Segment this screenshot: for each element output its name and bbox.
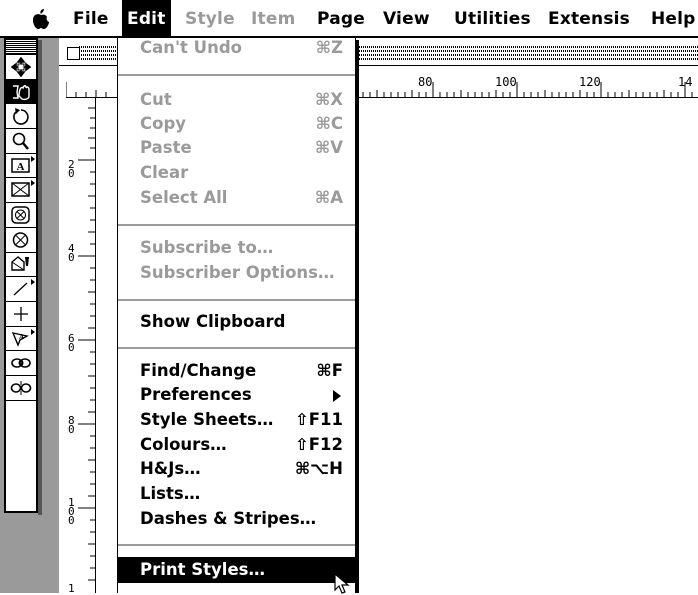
- menu-item[interactable]: Item: [251, 0, 296, 38]
- menu-item-style-sheets[interactable]: Style Sheets… ⇧F11: [118, 408, 355, 432]
- palette-shadow: [38, 40, 42, 515]
- shortcut-label: ⌘V: [314, 138, 343, 157]
- menu-shadow: [356, 40, 359, 593]
- menu-file[interactable]: File: [73, 0, 109, 38]
- ruler-label: 4 0: [68, 242, 75, 264]
- menu-item-clear[interactable]: Clear: [118, 161, 355, 185]
- text-path-tool-icon[interactable]: A: [6, 327, 36, 352]
- unlinking-tool-icon[interactable]: [6, 376, 36, 401]
- menu-extensis[interactable]: Extensis: [548, 0, 630, 38]
- menu-item-label: Lists…: [140, 484, 201, 503]
- menu-style[interactable]: Style: [185, 0, 235, 38]
- content-tool-icon[interactable]: [6, 79, 36, 105]
- shortcut-label: ⌘⌥H: [294, 459, 343, 478]
- menu-item-label: Dashes & Stripes…: [140, 509, 317, 528]
- menu-item-label: Find/Change: [140, 361, 257, 380]
- menu-item-label: Can't Undo: [140, 38, 242, 57]
- menu-item-colours[interactable]: Colours… ⇧F12: [118, 433, 355, 457]
- palette-title-bar[interactable]: [6, 40, 36, 55]
- menu-view[interactable]: View: [383, 0, 430, 38]
- menu-item-label: Select All: [140, 188, 228, 207]
- rotation-tool-icon[interactable]: [6, 104, 36, 130]
- picture-box-tool-icon[interactable]: [6, 178, 36, 204]
- menu-edit[interactable]: Edit: [122, 0, 171, 38]
- shortcut-label: ⌘A: [314, 188, 343, 207]
- vertical-ruler[interactable]: 2 0 4 0 6 0 8 0 1 0 0 1: [66, 98, 96, 595]
- shortcut-label: ⌘F: [316, 361, 343, 380]
- menu-item-label: Print Styles…: [140, 560, 265, 579]
- apple-menu-icon[interactable]: [30, 8, 52, 30]
- menu-item-lists[interactable]: Lists…: [118, 482, 355, 506]
- menu-item-print-styles[interactable]: Print Styles…: [118, 557, 355, 583]
- ruler-label: 1 0 0: [68, 496, 75, 527]
- ruler-label: 1: [68, 582, 75, 595]
- ruler-label: 2 0: [68, 158, 75, 180]
- ruler-label: 80: [418, 75, 433, 89]
- menu-item-select-all[interactable]: Select All ⌘A: [118, 186, 355, 210]
- menu-item-show-clipboard[interactable]: Show Clipboard: [118, 310, 355, 334]
- menu-item-label: Subscribe to…: [140, 238, 274, 257]
- menu-item-label: Style Sheets…: [140, 410, 274, 429]
- menu-item-dashes-stripes[interactable]: Dashes & Stripes…: [118, 507, 355, 531]
- oval-picture-tool-icon[interactable]: [6, 203, 36, 228]
- orthogonal-line-tool-icon[interactable]: [6, 302, 36, 327]
- line-tool-icon[interactable]: [6, 277, 36, 302]
- menu-page[interactable]: Page: [317, 0, 365, 38]
- menu-item-subscribe-to[interactable]: Subscribe to…: [118, 236, 355, 260]
- menu-separator: [118, 299, 355, 301]
- menu-item-preferences[interactable]: Preferences: [118, 383, 355, 407]
- svg-text:A: A: [17, 161, 25, 173]
- menu-item-cut[interactable]: Cut ⌘X: [118, 88, 355, 112]
- menu-item-label: Clear: [140, 163, 189, 182]
- ruler-label: 100: [495, 75, 517, 89]
- menu-separator: [118, 74, 355, 76]
- linking-tool-icon[interactable]: [6, 351, 36, 376]
- item-tool-icon[interactable]: [6, 55, 36, 80]
- menu-item-subscriber-options[interactable]: Subscriber Options…: [118, 261, 355, 285]
- shortcut-label: ⌘X: [314, 90, 343, 109]
- menu-item-label: Subscriber Options…: [140, 263, 335, 282]
- menu-separator: [118, 544, 355, 546]
- tool-palette: A A: [4, 38, 38, 513]
- menu-item-label: Preferences: [140, 385, 252, 404]
- freehand-picture-tool-icon[interactable]: [6, 253, 36, 278]
- ruler-label: 14: [678, 75, 693, 89]
- shortcut-label: ⌘C: [315, 114, 343, 133]
- menu-item-hjs[interactable]: H&Js… ⌘⌥H: [118, 457, 355, 481]
- shortcut-label: ⇧F12: [294, 435, 343, 454]
- menu-item-label: Colours…: [140, 435, 227, 454]
- menu-item-find-change[interactable]: Find/Change ⌘F: [118, 359, 355, 383]
- menu-item-copy[interactable]: Copy ⌘C: [118, 112, 355, 136]
- ruler-label: 6 0: [68, 332, 75, 354]
- menu-item-paste[interactable]: Paste ⌘V: [118, 136, 355, 160]
- shortcut-label: ⇧F11: [294, 410, 343, 429]
- ruler-label: 120: [579, 75, 601, 89]
- menu-utilities[interactable]: Utilities: [454, 0, 531, 38]
- mouse-pointer-icon: [334, 573, 350, 594]
- menu-item-label: Cut: [140, 90, 172, 109]
- menu-item-undo[interactable]: Can't Undo ⌘Z: [118, 36, 355, 60]
- menu-separator: [118, 347, 355, 349]
- svg-text:A: A: [19, 333, 24, 341]
- text-box-tool-icon[interactable]: A: [6, 154, 36, 179]
- submenu-arrow-icon: [333, 390, 341, 402]
- edit-menu-dropdown: Can't Undo ⌘Z Cut ⌘X Copy ⌘C Paste ⌘V Cl…: [117, 38, 356, 593]
- bezier-picture-tool-icon[interactable]: [6, 228, 36, 253]
- zoom-tool-icon[interactable]: [6, 129, 36, 154]
- shortcut-label: ⌘Z: [315, 38, 343, 57]
- menu-item-label: Copy: [140, 114, 187, 133]
- menu-separator: [118, 224, 355, 226]
- ruler-label: 8 0: [68, 414, 75, 436]
- menu-bar: File Edit Style Item Page View Utilities…: [0, 0, 698, 38]
- menu-item-label: H&Js…: [140, 459, 201, 478]
- menu-item-label: Show Clipboard: [140, 312, 286, 331]
- menu-help[interactable]: Help: [651, 0, 696, 38]
- menu-item-label: Paste: [140, 138, 192, 157]
